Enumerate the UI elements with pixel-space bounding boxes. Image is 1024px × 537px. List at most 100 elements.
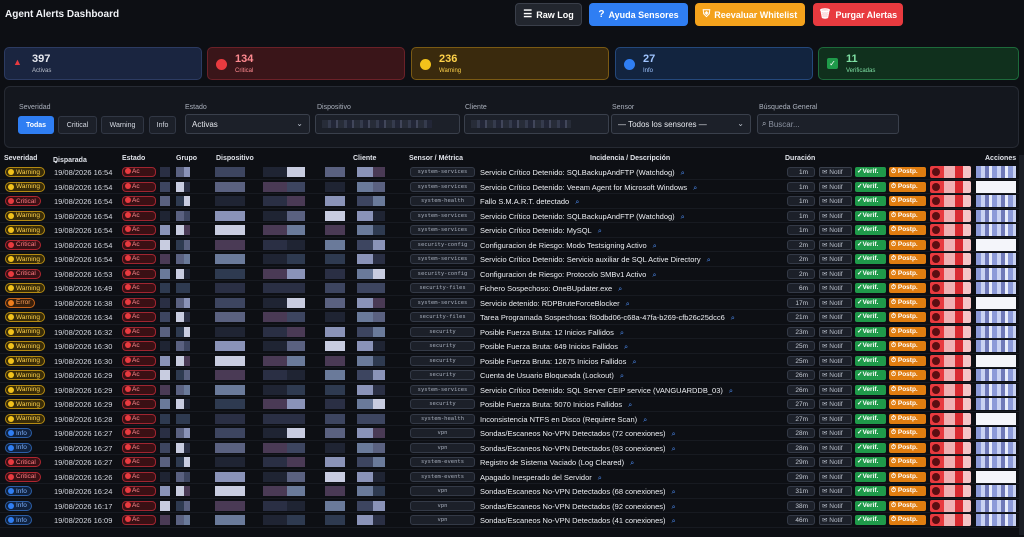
whitelist-button[interactable] [930,427,971,439]
search-icon[interactable]: ⌕ [681,168,685,177]
whitelist-button[interactable] [930,499,971,512]
verify-button[interactable]: ✓Verif. [855,515,886,525]
filter-sev-warning[interactable]: Warning [101,116,144,134]
cliente-input[interactable] [464,114,609,134]
search-icon[interactable]: ⌕ [598,473,602,482]
redacted-actions[interactable] [976,340,1016,352]
whitelist-button[interactable] [930,180,971,193]
col-grupo[interactable]: Grupo [176,155,197,162]
notify-button[interactable]: ✉ Notif [819,399,852,409]
postpone-button[interactable]: ⏱ Postp. [889,268,926,279]
table-row[interactable]: Info 19/08/2026 16:17 Ac vpn Sondas/Escaneos… [0,499,1024,513]
verify-button[interactable]: ✓Verif. [855,326,886,337]
notify-button[interactable]: ✉ Notif [819,500,852,511]
notify-button[interactable]: ✉ Notif [819,225,852,235]
verify-button[interactable]: ✓Verif. [855,486,886,496]
postpone-button[interactable]: ⏱ Postp. [889,428,926,438]
redacted-actions[interactable] [976,369,1016,381]
redacted-actions[interactable] [976,470,1016,483]
verify-button[interactable]: ✓Verif. [855,196,886,206]
postpone-button[interactable]: ⏱ Postp. [889,297,926,308]
whitelist-button[interactable] [930,340,971,352]
search-icon[interactable]: ⌕ [672,444,676,453]
whitelist-button[interactable] [930,456,971,468]
postpone-button[interactable]: ⏱ Postp. [889,471,926,482]
search-icon[interactable]: ⌕ [672,429,676,438]
redacted-actions[interactable] [976,499,1016,512]
redacted-actions[interactable] [976,514,1016,526]
table-row[interactable]: Warning 19/08/2026 16:32 Ac security Posible… [0,325,1024,339]
verify-button[interactable]: ✓Verif. [855,225,886,235]
redacted-actions[interactable] [976,209,1016,222]
redacted-actions[interactable] [976,456,1016,468]
search-icon[interactable]: ⌕ [672,502,676,511]
search-icon[interactable]: ⌕ [624,342,628,351]
whitelist-button[interactable] [930,224,971,236]
postpone-button[interactable]: ⏱ Postp. [889,370,926,380]
postpone-button[interactable]: ⏱ Postp. [889,210,926,221]
redacted-actions[interactable] [976,412,1016,425]
notify-button[interactable]: ✉ Notif [819,312,852,322]
redacted-actions[interactable] [976,282,1016,294]
whitelist-button[interactable] [930,485,971,497]
col-severidad[interactable]: Severidad [4,155,37,162]
notify-button[interactable]: ✉ Notif [819,457,852,467]
redacted-actions[interactable] [976,166,1016,178]
table-row[interactable]: Warning 19/08/2026 16:29 Ac security Cuenta … [0,368,1024,383]
verify-button[interactable]: ✓Verif. [855,471,886,482]
table-row[interactable]: Info 19/08/2026 16:24 Ac vpn Sondas/Escaneos… [0,484,1024,499]
table-row[interactable]: Warning 19/08/2026 16:54 Ac system-services… [0,180,1024,194]
whitelist-button[interactable] [930,166,971,178]
notify-button[interactable]: ✉ Notif [819,210,852,221]
verify-button[interactable]: ✓Verif. [855,399,886,409]
postpone-button[interactable]: ⏱ Postp. [889,500,926,511]
search-icon[interactable]: ⌕ [681,212,685,221]
search-icon[interactable]: ⌕ [693,183,697,192]
table-row[interactable]: Warning 19/08/2026 16:28 Ac system-health In… [0,412,1024,426]
table-row[interactable]: Info 19/08/2026 16:27 Ac vpn Sondas/Escaneos… [0,441,1024,455]
notify-button[interactable]: ✉ Notif [819,181,852,192]
table-row[interactable]: Warning 19/08/2026 16:54 Ac system-services… [0,209,1024,223]
postpone-button[interactable]: ⏱ Postp. [889,341,926,351]
postpone-button[interactable]: ⏱ Postp. [889,457,926,467]
search-icon[interactable]: ⌕ [643,415,647,424]
purgar-alertas-button[interactable]: 🗑 Purgar Alertas [813,3,903,26]
redacted-actions[interactable] [976,427,1016,439]
postpone-button[interactable]: ⏱ Postp. [889,399,926,409]
notify-button[interactable]: ✉ Notif [819,515,852,525]
redacted-actions[interactable] [976,383,1016,396]
redacted-actions[interactable] [976,238,1016,251]
postpone-button[interactable]: ⏱ Postp. [889,515,926,525]
ayuda-sensores-button[interactable]: ? Ayuda Sensores [589,3,688,26]
whitelist-button[interactable] [930,398,971,410]
raw-log-button[interactable]: ☰ Raw Log [515,3,582,26]
redacted-actions[interactable] [976,441,1016,454]
table-row[interactable]: Critical 19/08/2026 16:27 Ac system-events R… [0,455,1024,470]
redacted-actions[interactable] [976,180,1016,193]
table-row[interactable]: Error 19/08/2026 16:38 Ac system-services Se… [0,296,1024,310]
verify-button[interactable]: ✓Verif. [855,254,886,264]
search-icon[interactable]: ⌕ [652,270,656,279]
whitelist-button[interactable] [930,267,971,280]
table-row[interactable]: Warning 19/08/2026 16:49 Ac security-files F… [0,281,1024,296]
notify-button[interactable]: ✉ Notif [819,297,852,308]
table-row[interactable]: Critical 19/08/2026 16:54 Ac system-health F… [0,194,1024,209]
table-row[interactable]: Warning 19/08/2026 16:54 Ac system-services… [0,252,1024,267]
search-icon[interactable]: ⌕ [632,357,636,366]
postpone-button[interactable]: ⏱ Postp. [889,181,926,192]
search-icon[interactable]: ⌕ [598,226,602,235]
verify-button[interactable]: ✓Verif. [855,355,886,366]
verify-button[interactable]: ✓Verif. [855,428,886,438]
postpone-button[interactable]: ⏱ Postp. [889,239,926,250]
postpone-button[interactable]: ⏱ Postp. [889,384,926,395]
postpone-button[interactable]: ⏱ Postp. [889,442,926,453]
postpone-button[interactable]: ⏱ Postp. [889,486,926,496]
verify-button[interactable]: ✓Verif. [855,297,886,308]
postpone-button[interactable]: ⏱ Postp. [889,355,926,366]
search-icon[interactable]: ⌕ [626,299,630,308]
notify-button[interactable]: ✉ Notif [819,355,852,366]
col-dispositivo[interactable]: Dispositivo [216,155,254,162]
redacted-actions[interactable] [976,354,1016,367]
search-icon[interactable]: ⌕ [653,241,657,250]
table-row[interactable]: Warning 19/08/2026 16:29 Ac security Posible… [0,397,1024,412]
